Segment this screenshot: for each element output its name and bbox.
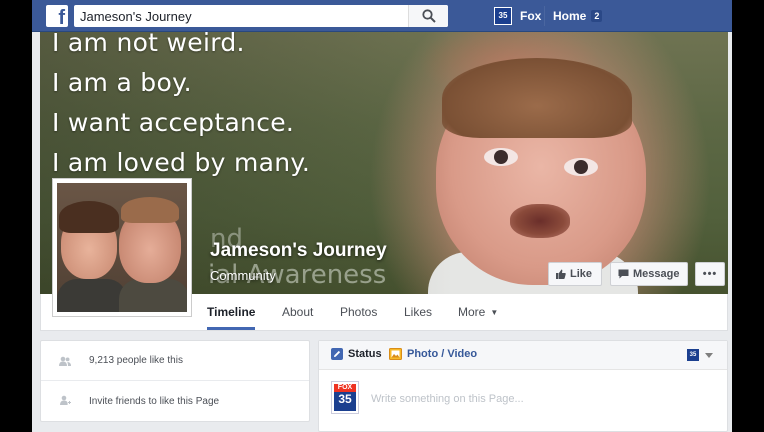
more-options-button[interactable]: ••• — [695, 262, 725, 286]
people-icon — [59, 356, 71, 366]
cover-text-block: I am not weird. I am a boy. I want accep… — [52, 32, 310, 183]
composer-tab-photo-label: Photo / Video — [407, 348, 478, 360]
caret-down-icon: ▼ — [490, 308, 499, 317]
cover-text-line: I am not weird. — [52, 32, 245, 57]
composer-header: Status Photo / Video 35 — [319, 341, 727, 370]
fox-35-logo: FOX 35 — [334, 384, 356, 411]
cover-text-line: I am loved by many. — [52, 148, 311, 177]
fox-logo-number: 35 — [338, 392, 352, 406]
invite-friends-icon — [60, 395, 71, 405]
top-navigation-bar: f 35 Fox Home 2 — [32, 0, 732, 32]
nav-user-link[interactable]: 35 Fox — [494, 6, 541, 26]
thumbs-up-icon — [556, 269, 566, 279]
search-box — [74, 5, 448, 27]
photo-icon — [389, 348, 402, 360]
composer-avatar: FOX 35 — [331, 381, 359, 414]
tab-more[interactable]: More ▼ — [458, 294, 498, 330]
more-options-label: ••• — [702, 268, 718, 280]
tab-likes[interactable]: Likes — [404, 294, 432, 330]
page-category[interactable]: Community — [210, 268, 276, 283]
tab-more-label: More — [458, 305, 486, 319]
like-button[interactable]: Like — [548, 262, 602, 286]
post-as-avatar: 35 — [687, 349, 699, 361]
invite-friends-row[interactable]: Invite friends to like this Page — [41, 381, 309, 421]
facebook-logo-icon[interactable]: f — [46, 5, 68, 27]
nav-user-name: Fox — [520, 9, 542, 23]
composer-tab-status-label: Status — [348, 348, 382, 360]
tab-timeline[interactable]: Timeline — [207, 294, 256, 330]
profile-photo-shirt — [57, 279, 127, 312]
page-likes-row[interactable]: 9,213 people like this — [41, 341, 309, 381]
cover-text-line: I want acceptance. — [52, 108, 295, 137]
tab-about[interactable]: About — [282, 294, 313, 330]
nav-home-link[interactable]: Home 2 — [544, 6, 610, 26]
cover-photo-face — [436, 70, 646, 285]
message-button[interactable]: Message — [610, 262, 688, 286]
cover-text-line: I am a boy. — [52, 68, 192, 97]
composer-tab-photo-video[interactable]: Photo / Video — [389, 348, 477, 360]
post-composer: Status Photo / Video 35 FOX 35 — [318, 340, 728, 432]
cover-photo-left-eye — [484, 148, 518, 166]
like-button-label: Like — [570, 268, 593, 280]
invite-friends-link: Invite friends to like this Page — [89, 395, 220, 407]
profile-photo-shirt — [119, 279, 187, 312]
pencil-icon — [331, 348, 343, 360]
cover-photo-hair — [442, 58, 632, 138]
home-notification-badge: 2 — [591, 10, 603, 22]
nav-home-label: Home — [553, 9, 587, 23]
search-icon — [422, 9, 436, 23]
profile-picture[interactable] — [52, 178, 192, 317]
caret-down-icon — [705, 352, 713, 358]
composer-tab-status[interactable]: Status — [331, 348, 382, 360]
composer-text-input[interactable] — [371, 389, 711, 409]
user-avatar: 35 — [494, 7, 512, 25]
post-as-selector[interactable]: 35 — [687, 349, 713, 361]
page-title[interactable]: Jameson's Journey — [210, 240, 387, 262]
message-button-label: Message — [633, 268, 680, 280]
profile-photo — [57, 183, 187, 312]
search-input[interactable] — [74, 5, 404, 27]
profile-photo-hair — [121, 197, 179, 223]
facebook-page-frame: f 35 Fox Home 2 I am not weird. — [32, 0, 732, 432]
fox-logo-top-text: FOX — [334, 384, 356, 392]
search-button[interactable] — [408, 5, 448, 27]
page-info-card: 9,213 people like this Invite friends to… — [40, 340, 310, 422]
cover-photo-shirt — [428, 252, 638, 294]
tab-photos[interactable]: Photos — [340, 294, 377, 330]
cover-photo-mouth — [510, 204, 570, 238]
cover-photo-right-eye — [564, 158, 598, 176]
page-likes-count: 9,213 people like this — [89, 355, 183, 366]
message-icon — [618, 269, 629, 279]
profile-photo-hair — [59, 201, 119, 233]
